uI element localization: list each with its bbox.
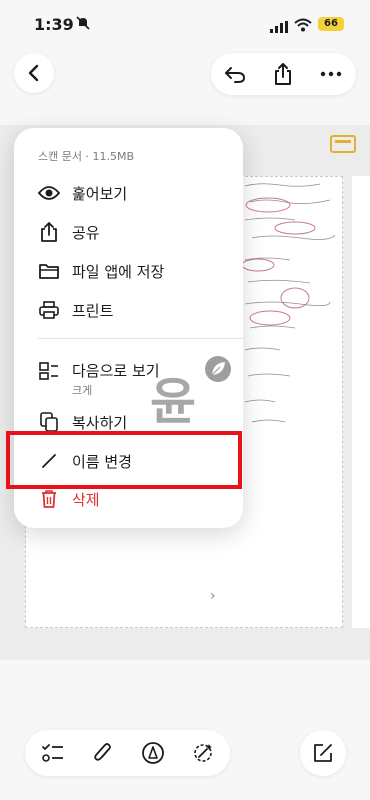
watermark-text: 윤 — [150, 373, 196, 431]
menu-item-label: 프린트 — [72, 301, 114, 320]
handwriting-scan — [241, 183, 336, 423]
watermark: 윤 — [150, 356, 231, 432]
printer-icon — [38, 299, 60, 321]
undo-icon — [225, 67, 246, 83]
menu-item-label: 삭제 — [72, 490, 100, 509]
menu-divider — [38, 338, 243, 339]
menu-item-save-to-files[interactable]: 파일 앱에 저장 — [14, 252, 243, 290]
checklist-button[interactable] — [29, 730, 77, 776]
ai-tools-button[interactable] — [179, 730, 227, 776]
bottom-toolbar — [25, 730, 230, 776]
sparkle-pen-icon — [194, 744, 212, 762]
menu-item-label: 파일 앱에 저장 — [72, 262, 165, 281]
leaf-icon — [205, 356, 231, 382]
status-time: 1:39 — [34, 15, 74, 34]
trash-icon — [38, 488, 60, 510]
scan-text-icon[interactable] — [330, 135, 356, 153]
attachment-button[interactable] — [79, 730, 127, 776]
share-icon — [275, 63, 291, 85]
compose-icon — [314, 744, 332, 762]
next-scanned-page[interactable] — [352, 176, 370, 628]
share-icon — [38, 221, 60, 243]
signal-icon — [270, 18, 288, 37]
menu-item-label: 훑어보기 — [72, 184, 128, 203]
mute-bell-icon — [76, 16, 90, 33]
menu-item-label: 다음으로 보기 — [72, 362, 160, 380]
menu-item-label: 복사하기 — [72, 413, 128, 432]
markup-button[interactable] — [129, 730, 177, 776]
chevron-left-icon — [28, 64, 39, 82]
share-button[interactable] — [259, 53, 307, 95]
menu-item-share[interactable]: 공유 — [14, 213, 243, 251]
chevron-right-icon: › — [210, 588, 216, 604]
back-button[interactable] — [14, 53, 54, 93]
wifi-icon — [294, 17, 312, 36]
status-bar: 1:39 66 — [0, 0, 370, 52]
menu-item-print[interactable]: 프린트 — [14, 291, 243, 329]
duplicate-icon — [38, 411, 60, 433]
paperclip-icon — [94, 743, 111, 761]
undo-button[interactable] — [211, 53, 259, 95]
top-actions — [211, 53, 356, 95]
battery-indicator: 66 — [318, 17, 344, 31]
folder-icon — [38, 260, 60, 282]
markup-pen-icon — [142, 742, 164, 764]
menu-header: 스캔 문서 · 11.5MB — [38, 150, 134, 163]
eye-icon — [38, 182, 60, 204]
menu-item-quick-look[interactable]: 훑어보기 — [14, 174, 243, 212]
rename-highlight-box — [6, 431, 242, 489]
menu-item-label: 공유 — [72, 223, 100, 242]
more-button[interactable] — [307, 53, 355, 95]
new-note-button[interactable] — [300, 730, 346, 776]
checklist-icon — [42, 744, 63, 762]
more-icon — [320, 71, 342, 77]
menu-item-sublabel: 크게 — [72, 384, 93, 397]
view-layout-icon — [38, 360, 60, 382]
